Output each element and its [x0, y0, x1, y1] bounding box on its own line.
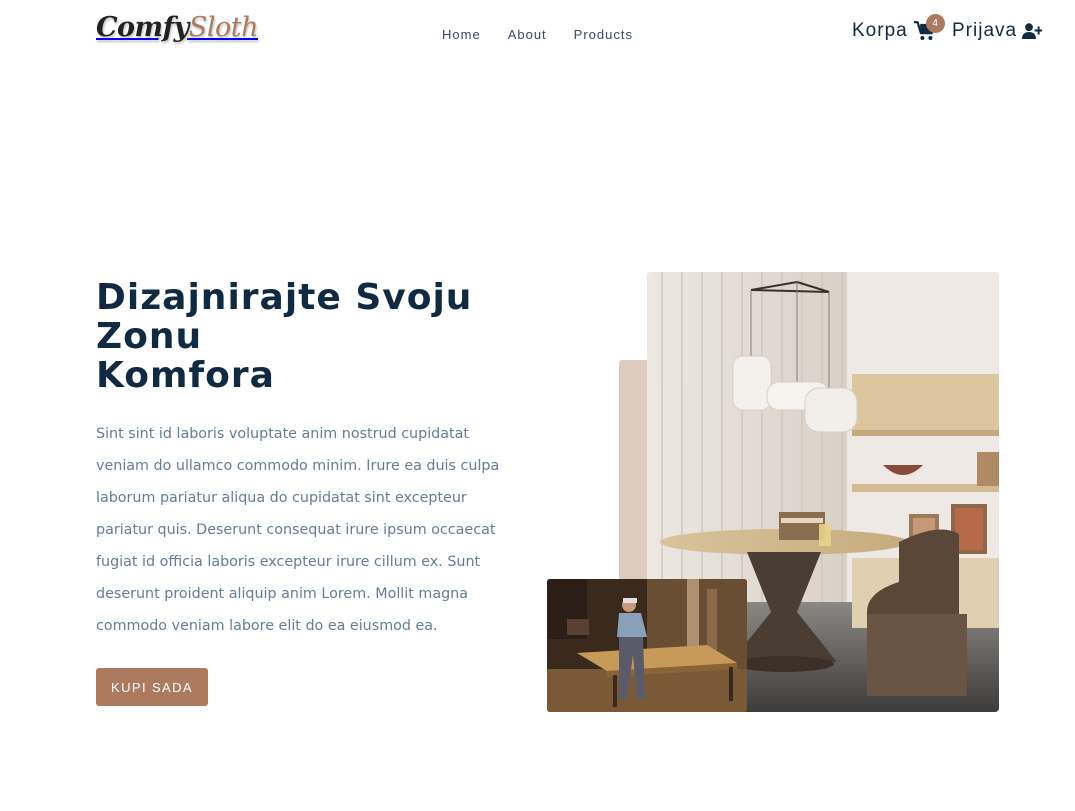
hero-title-line-1: Dizajnirajte Svoju	[96, 277, 473, 318]
nav-item-about: About	[508, 24, 547, 43]
cart-label: Korpa	[852, 20, 908, 41]
logo-part-1: Comfy	[96, 12, 189, 43]
hero-title: Dizajnirajte Svoju Zonu Komfora	[96, 278, 516, 395]
nav-link-products[interactable]: Products	[574, 27, 633, 42]
carpenter-workshop-illustration	[547, 579, 747, 712]
hero-title-line-3: Komfora	[96, 355, 275, 396]
navbar: ComfySloth Home About Products Korpa 4 P…	[0, 0, 1075, 64]
cart-button[interactable]: Korpa 4	[852, 14, 945, 42]
hero-title-line-2: Zonu	[96, 316, 203, 357]
nav-link-home[interactable]: Home	[442, 27, 481, 42]
shop-now-button[interactable]: KUPI SADA	[96, 668, 208, 706]
logo[interactable]: ComfySloth	[96, 12, 259, 43]
hero-accent-image	[547, 579, 747, 712]
nav-links: Home About Products	[442, 24, 633, 43]
cart-count-badge: 4	[925, 14, 945, 33]
login-button[interactable]: Prijava	[952, 20, 1043, 42]
nav-item-products: Products	[574, 24, 633, 43]
logo-part-2: Sloth	[188, 12, 259, 43]
hero-description: Sint sint id laboris voluptate anim nost…	[96, 426, 500, 634]
user-plus-icon	[1022, 23, 1043, 39]
cart-icon-container: 4	[913, 14, 945, 41]
nav-link-about[interactable]: About	[508, 27, 547, 42]
nav-item-home: Home	[442, 24, 481, 43]
login-label: Prijava	[952, 20, 1018, 41]
